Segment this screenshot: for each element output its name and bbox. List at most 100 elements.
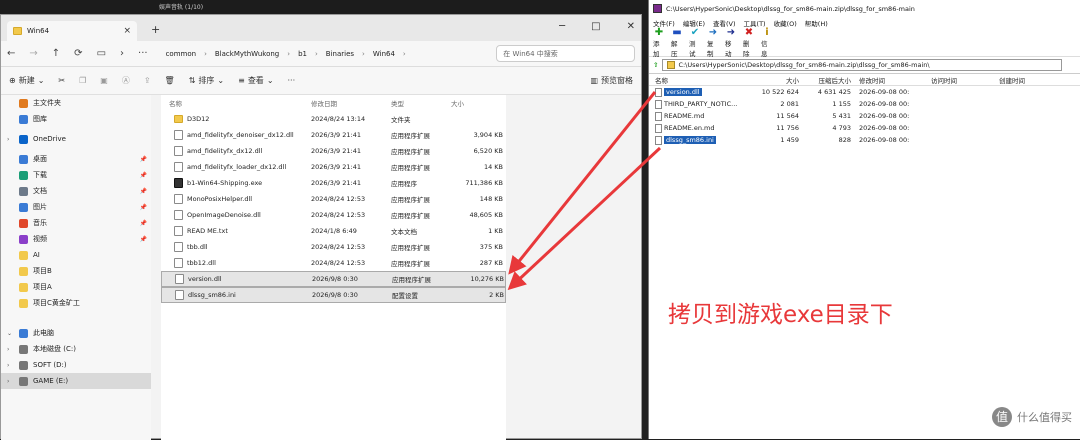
new-button[interactable]: ⊕ 新建 ⌄: [9, 75, 44, 86]
view-button[interactable]: ≡ 查看 ⌄: [238, 75, 273, 86]
rar-tool-info-button[interactable]: i 信息: [761, 27, 773, 58]
tab-win64[interactable]: Win64 ×: [7, 21, 137, 41]
chevron-right-icon[interactable]: ›: [7, 362, 9, 369]
up-icon[interactable]: ↑: [52, 48, 60, 59]
nav-item[interactable]: 文档 📌: [1, 183, 151, 199]
file-size: 6,520 KB: [473, 147, 503, 155]
chevron-right-icon[interactable]: ›: [7, 346, 9, 353]
nav-item[interactable]: 主文件夹: [1, 95, 151, 111]
rar-menu-item[interactable]: 帮助(H): [805, 18, 828, 28]
file-icon: [174, 162, 183, 172]
share-button[interactable]: ⇪: [144, 76, 151, 85]
more-options-button[interactable]: ···: [288, 76, 296, 85]
file-row[interactable]: amd_fidelityfx_loader_dx12.dll 2026/3/9 2…: [161, 159, 506, 175]
preview-pane-button[interactable]: ▥ 预览窗格: [590, 75, 633, 86]
chevron-down-icon[interactable]: ⌄: [7, 330, 12, 337]
file-row[interactable]: D3D12 2024/8/24 13:14 文件夹: [161, 111, 506, 127]
nav-item[interactable]: 桌面 📌: [1, 151, 151, 167]
sort-button[interactable]: ⇅ 排序 ⌄: [189, 75, 224, 86]
nav-item[interactable]: AI: [1, 247, 151, 263]
rar-tool-test-button[interactable]: ✔ 测试: [689, 27, 701, 58]
home-icon: [19, 98, 28, 108]
forward-icon[interactable]: →: [29, 48, 37, 59]
refresh-icon[interactable]: ⟳: [74, 48, 82, 59]
rar-tool-extract-button[interactable]: ▬ 解压: [671, 27, 683, 58]
rar-col-modified[interactable]: 修改时间: [851, 75, 923, 85]
rar-file-row[interactable]: README.en.md 11 756 4 793 2026-09-08 00:: [649, 122, 1080, 134]
breadcrumb-segment[interactable]: Binaries: [326, 50, 354, 58]
column-size[interactable]: 大小: [451, 98, 503, 108]
nav-item[interactable]: 项目C黄金矿工: [1, 295, 151, 311]
rar-file-row[interactable]: README.md 11 564 5 431 2026-09-08 00:: [649, 110, 1080, 122]
breadcrumb-segment[interactable]: common: [166, 50, 197, 58]
nav-item[interactable]: 视频 📌: [1, 231, 151, 247]
nav-item[interactable]: › 本地磁盘 (C:): [1, 341, 151, 357]
more-path-icon[interactable]: ›: [120, 48, 124, 59]
file-row[interactable]: dlssg_sm86.ini 2026/9/8 0:30 配置设置 2 KB: [161, 287, 506, 303]
rar-col-accessed[interactable]: 访问时间: [923, 75, 995, 85]
column-type[interactable]: 类型: [391, 98, 451, 108]
paste-button[interactable]: ▣: [100, 76, 108, 85]
rar-tool-move-button[interactable]: ➜ 移动: [725, 27, 737, 58]
file-name-cell: MonoPosixHelper.dll: [161, 194, 311, 204]
nav-item[interactable]: › GAME (E:): [1, 373, 151, 389]
rar-tool-copy-button[interactable]: ➜ 复制: [707, 27, 719, 58]
nav-item[interactable]: › SOFT (D:): [1, 357, 151, 373]
nav-item[interactable]: 图片 📌: [1, 199, 151, 215]
rar-menu-item[interactable]: 收藏(O): [774, 18, 797, 28]
file-row[interactable]: tbb.dll 2024/8/24 12:53 应用程序扩展 375 KB: [161, 239, 506, 255]
file-row[interactable]: amd_fidelityfx_dx12.dll 2026/3/9 21:41 应用程…: [161, 143, 506, 159]
nav-item[interactable]: 音乐 📌: [1, 215, 151, 231]
search-input[interactable]: 在 Win64 中搜索: [496, 45, 635, 62]
up-arrow-icon[interactable]: ⇧: [653, 61, 658, 69]
file-row[interactable]: amd_fidelityfx_denoiser_dx12.dll 2026/3/9…: [161, 127, 506, 143]
breadcrumb-segment[interactable]: BlackMythWukong: [215, 50, 279, 58]
file-row[interactable]: OpenImageDenoise.dll 2024/8/24 12:53 应用程序扩…: [161, 207, 506, 223]
minimize-icon[interactable]: ─: [559, 21, 565, 32]
rar-col-created[interactable]: 创建时间: [995, 75, 1057, 85]
close-tab-icon[interactable]: ×: [123, 26, 131, 36]
breadcrumb-segment[interactable]: Win64: [373, 50, 395, 58]
rar-file-size: 10 522 624: [761, 88, 799, 96]
breadcrumb-segment[interactable]: b1: [298, 50, 307, 58]
file-row[interactable]: READ ME.txt 2024/1/8 6:49 文本文档 1 KB: [161, 223, 506, 239]
file-row[interactable]: version.dll 2026/9/8 0:30 应用程序扩展 10,276 KB: [161, 271, 506, 287]
file-icon: [655, 123, 662, 133]
back-icon[interactable]: ←: [7, 48, 15, 59]
delete-button[interactable]: 🗑: [165, 76, 175, 85]
rar-file-row[interactable]: THIRD_PARTY_NOTIC... 2 081 1 155 2026-09-08…: [649, 98, 1080, 110]
nav-item[interactable]: › OneDrive: [1, 131, 151, 147]
rar-tool-delete-button[interactable]: ✖ 删除: [743, 27, 755, 58]
document-icon: [19, 186, 28, 196]
nav-item[interactable]: 图库: [1, 111, 151, 127]
file-row[interactable]: MonoPosixHelper.dll 2024/8/24 12:53 应用程序扩展…: [161, 191, 506, 207]
rename-button[interactable]: Ⓐ: [122, 75, 130, 86]
rar-file-row[interactable]: version.dll 10 522 624 4 631 425 2026-09-08…: [649, 86, 1080, 98]
file-date: 2024/8/24 12:53: [311, 259, 366, 267]
rar-file-row[interactable]: dlssg_sm86.ini 1 459 828 2026-09-08 00:: [649, 134, 1080, 146]
new-tab-button[interactable]: +: [151, 23, 160, 36]
column-name[interactable]: 名称: [161, 98, 311, 108]
nav-item[interactable]: 项目A: [1, 279, 151, 295]
rar-col-size[interactable]: 大小: [761, 75, 799, 85]
rar-col-packed[interactable]: 压缩后大小: [799, 75, 852, 85]
rar-tool-add-button[interactable]: ✚ 添加: [653, 27, 665, 58]
nav-item[interactable]: 项目B: [1, 263, 151, 279]
monitor-icon[interactable]: ▭: [97, 48, 106, 59]
chevron-right-icon[interactable]: ›: [7, 136, 9, 143]
file-row[interactable]: b1-Win64-Shipping.exe 2026/3/9 21:41 应用程序 7…: [161, 175, 506, 191]
file-row[interactable]: tbb12.dll 2024/8/24 12:53 应用程序扩展 287 KB: [161, 255, 506, 271]
nav-item[interactable]: ⌄ 此电脑: [1, 325, 151, 341]
column-date[interactable]: 修改日期: [311, 98, 391, 108]
file-name-cell: OpenImageDenoise.dll: [161, 210, 311, 220]
chevron-right-icon[interactable]: ›: [7, 378, 9, 385]
copy-icon: ❐: [79, 76, 87, 85]
rar-col-name[interactable]: 名称: [649, 75, 761, 85]
nav-item[interactable]: 下载 📌: [1, 167, 151, 183]
ellipsis-icon[interactable]: ···: [138, 48, 148, 59]
maximize-icon[interactable]: □: [591, 21, 600, 32]
close-window-icon[interactable]: ✕: [627, 21, 635, 32]
winrar-path-input[interactable]: C:\Users\HyperSonic\Desktop\dlssg_for_sm…: [662, 59, 1063, 71]
cut-button[interactable]: ✂: [58, 76, 65, 85]
copy-button[interactable]: ❐: [79, 76, 86, 85]
